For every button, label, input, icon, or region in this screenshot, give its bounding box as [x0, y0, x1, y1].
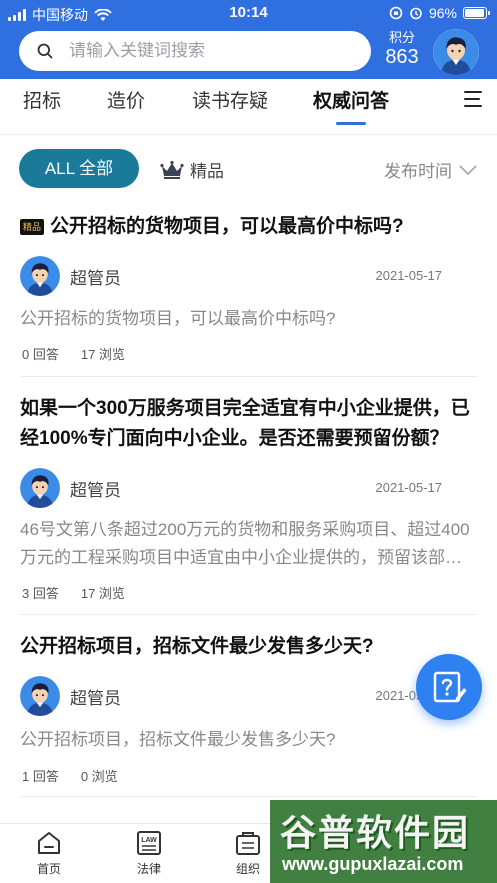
- avatar-icon: [433, 29, 479, 75]
- avatar-icon: [20, 468, 60, 508]
- points-display[interactable]: 积分 863: [380, 30, 424, 68]
- view-count: 17 浏览: [80, 586, 125, 601]
- nav-organization[interactable]: 组织: [218, 830, 278, 877]
- question-desc: 46号文第八条超过200万元的货物和服务采购项目、超过400万元的工程采购项目中…: [20, 520, 470, 567]
- category-tabs: 招标 造价 读书存疑 权威问答: [0, 79, 497, 135]
- view-count: 17 浏览: [80, 347, 125, 362]
- header-bar: 中国移动 10:14 96% 请输入关键词搜索 积分 863: [0, 0, 497, 79]
- tab-dushu[interactable]: 读书存疑: [192, 89, 268, 125]
- divider: [20, 614, 477, 615]
- question-item[interactable]: 如果一个300万服务项目完全适宜有中小企业提供，已经100%专门面向中小企业。是…: [0, 378, 497, 616]
- featured-badge: 精品: [20, 219, 45, 235]
- status-right: 96%: [389, 5, 490, 21]
- site-watermark: 谷普软件园 www.gupuxlazai.com: [270, 800, 497, 883]
- sort-label: 发布时间: [384, 162, 452, 181]
- ask-question-button[interactable]: [416, 654, 482, 720]
- tab-zaojia[interactable]: 造价: [107, 89, 145, 125]
- author-avatar[interactable]: [20, 676, 60, 716]
- question-title[interactable]: 公开招标项目，招标文件最少发售多少天?: [20, 632, 480, 662]
- question-title[interactable]: 精品 公开招标的货物项目，可以最高价中标吗?: [20, 212, 480, 242]
- author-name: 超管员: [70, 269, 121, 288]
- app-screen: 中国移动 10:14 96% 请输入关键词搜索 积分 863 招标 造价 读书存…: [0, 0, 497, 883]
- divider: [20, 376, 477, 377]
- menu-icon[interactable]: [462, 89, 484, 109]
- question-title-text: 公开招标的货物项目，可以最高价中标吗?: [50, 216, 404, 237]
- chevron-down-icon: [459, 164, 477, 175]
- watermark-url: www.gupuxlazai.com: [282, 854, 464, 874]
- featured-filter[interactable]: 精品: [160, 157, 224, 182]
- question-stats: 3 回答 17 浏览: [22, 583, 125, 602]
- nav-organization-label: 组织: [235, 862, 260, 876]
- divider: [20, 796, 477, 797]
- post-date: 2021-05-17: [375, 480, 443, 495]
- orientation-lock-icon: [389, 6, 403, 20]
- nav-law-label: 法律: [136, 862, 161, 876]
- points-label: 积分: [388, 30, 415, 45]
- answer-count: 1 回答: [22, 769, 59, 784]
- avatar-icon: [20, 256, 60, 296]
- alarm-icon: [410, 7, 422, 20]
- tab-zhaobiao[interactable]: 招标: [23, 89, 61, 125]
- nav-home-label: 首页: [36, 862, 61, 876]
- question-item[interactable]: 精品 公开招标的货物项目，可以最高价中标吗? 超管员 2021-05-17 公开招…: [0, 200, 497, 378]
- all-filter-button[interactable]: ALL 全部: [19, 149, 139, 188]
- crown-icon: [160, 160, 184, 179]
- author-avatar[interactable]: [20, 256, 60, 296]
- answer-count: 3 回答: [22, 586, 59, 601]
- battery-icon: [463, 7, 490, 19]
- law-book-icon: LAW: [137, 831, 161, 855]
- question-desc: 公开招标的货物项目，可以最高价中标吗?: [20, 309, 336, 328]
- answer-count: 0 回答: [22, 347, 59, 362]
- search-input[interactable]: [69, 41, 349, 61]
- points-value: 863: [385, 46, 419, 68]
- question-stats: 0 回答 17 浏览: [22, 344, 125, 363]
- status-bar: 中国移动 10:14 96%: [0, 0, 497, 26]
- post-date: 2021-05-17: [375, 268, 443, 283]
- ask-question-icon: [433, 671, 467, 703]
- user-avatar[interactable]: [433, 29, 479, 75]
- question-desc: 公开招标项目，招标文件最少发售多少天?: [20, 730, 336, 749]
- organization-icon: [236, 832, 260, 855]
- nav-home[interactable]: 首页: [19, 830, 79, 877]
- view-count: 0 浏览: [80, 769, 118, 784]
- featured-label: 精品: [190, 162, 224, 181]
- filter-row: ALL 全部 精品 发布时间: [0, 136, 497, 200]
- tab-quanwei[interactable]: 权威问答: [313, 89, 389, 125]
- battery-fill: [465, 9, 485, 17]
- author-avatar[interactable]: [20, 468, 60, 508]
- author-name: 超管员: [70, 481, 121, 500]
- search-icon: [37, 43, 53, 59]
- home-icon: [38, 832, 60, 854]
- question-stats: 1 回答 0 浏览: [22, 766, 118, 785]
- watermark-title: 谷普软件园: [280, 812, 471, 853]
- question-title[interactable]: 如果一个300万服务项目完全适宜有中小企业提供，已经100%专门面向中小企业。是…: [20, 394, 480, 454]
- search-box[interactable]: [19, 31, 371, 71]
- avatar-icon: [20, 676, 60, 716]
- nav-law[interactable]: LAW 法律: [119, 830, 179, 877]
- sort-dropdown[interactable]: 发布时间: [384, 157, 478, 182]
- battery-percent: 96%: [428, 5, 457, 21]
- law-icon-text: LAW: [141, 837, 157, 844]
- author-name: 超管员: [70, 689, 121, 708]
